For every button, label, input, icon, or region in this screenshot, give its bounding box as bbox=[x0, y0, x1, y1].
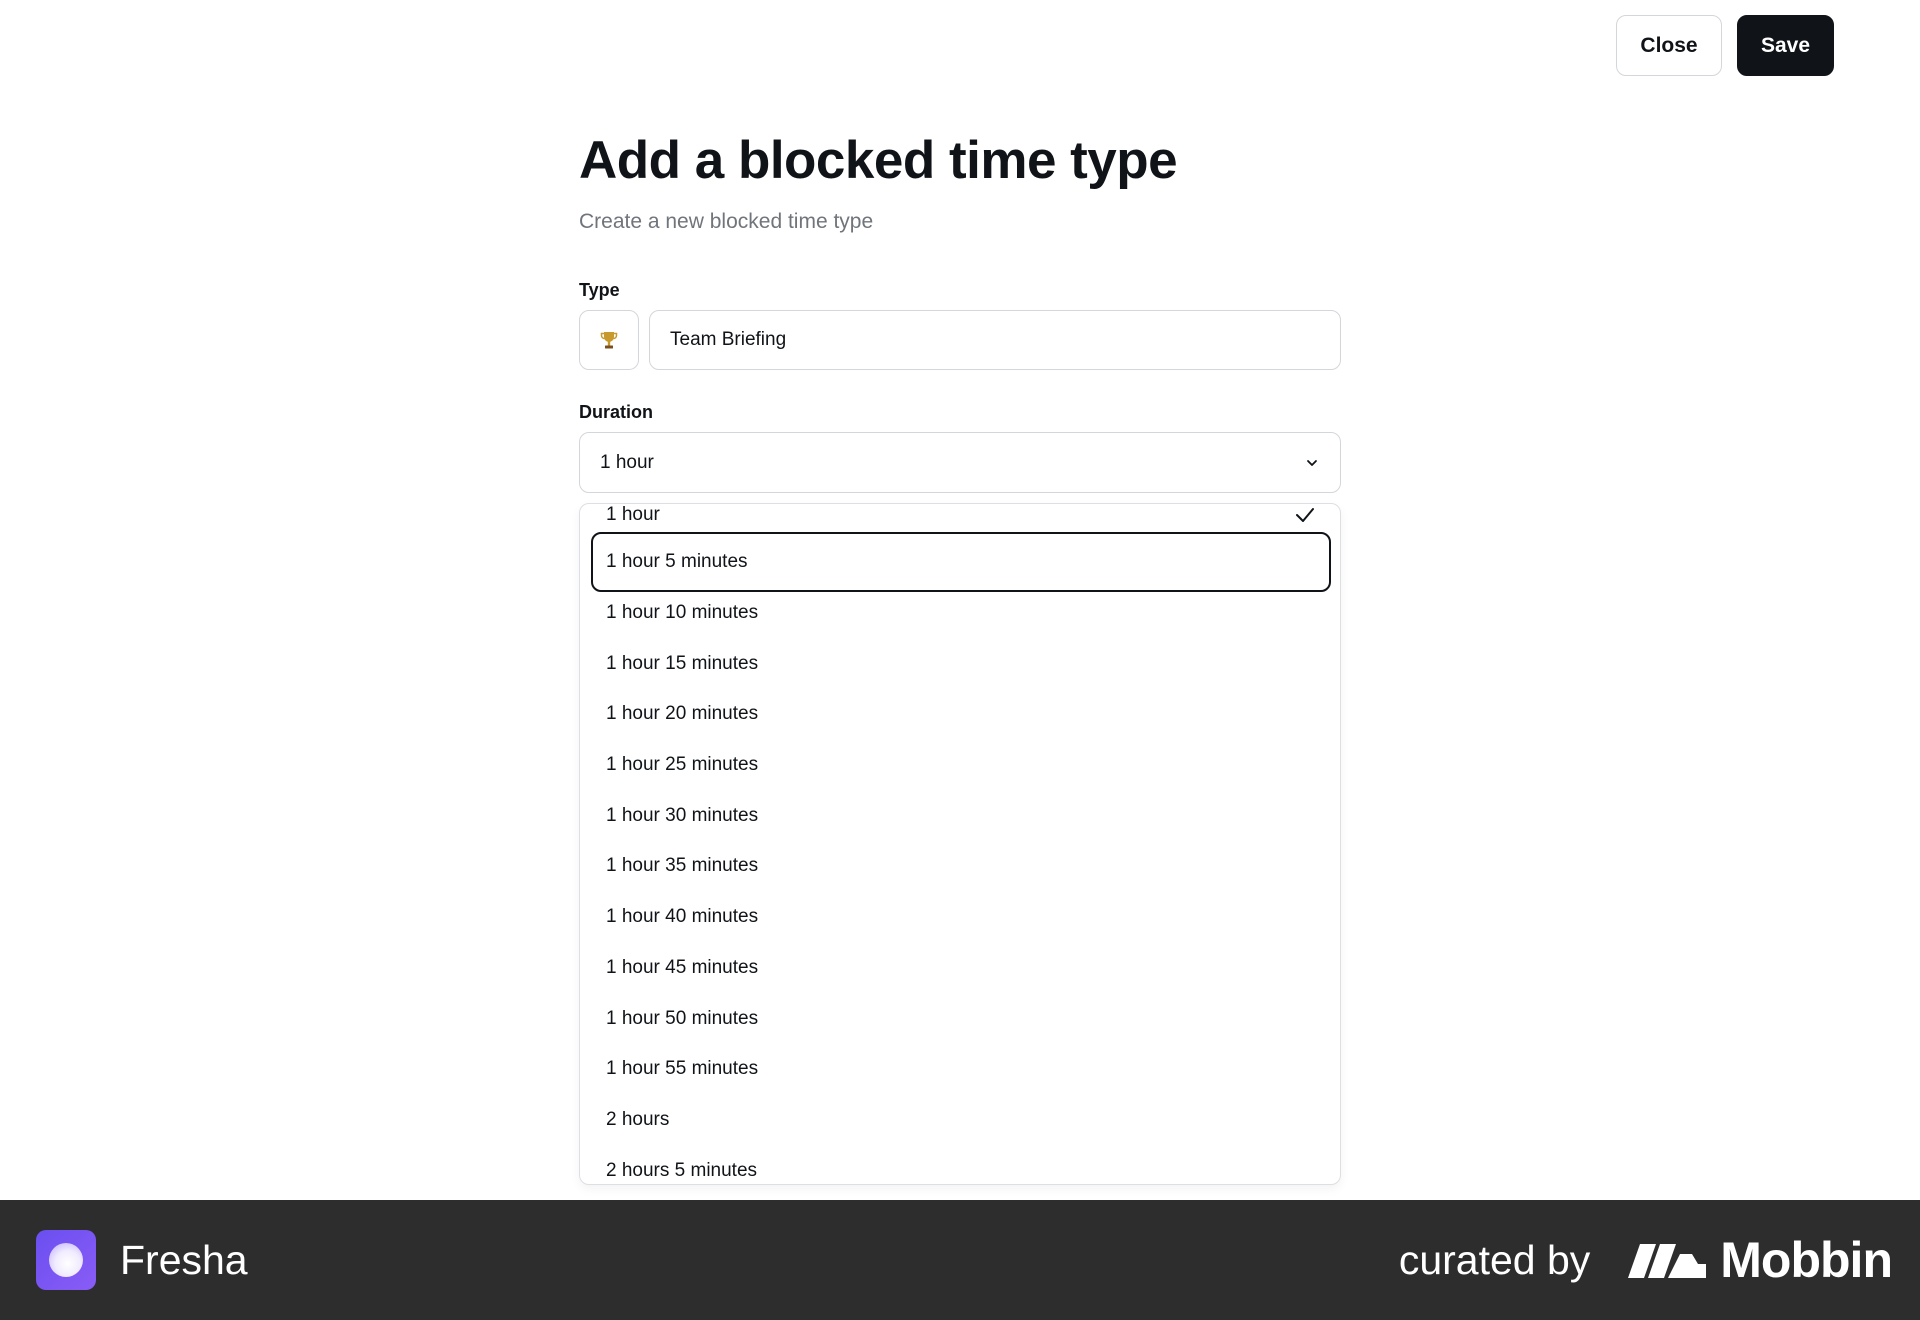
page-title: Add a blocked time type bbox=[579, 131, 1178, 190]
curator-branding: curated by Mobbin bbox=[1398, 1231, 1893, 1289]
footer-bar: Fresha curated by Mobbin bbox=[0, 1200, 1920, 1320]
checkmark-icon bbox=[1296, 508, 1314, 522]
close-button[interactable]: Close bbox=[1616, 15, 1722, 76]
type-name-input[interactable] bbox=[649, 310, 1341, 370]
brand-name: Mobbin bbox=[1720, 1232, 1893, 1288]
duration-select[interactable]: 1 hour bbox=[579, 432, 1341, 493]
duration-dropdown[interactable]: 1 hour 1 hour 5 minutes 1 hour 10 minute… bbox=[579, 503, 1341, 1185]
type-icon-picker[interactable] bbox=[579, 310, 639, 370]
duration-label: Duration bbox=[579, 402, 653, 422]
top-actions: Close Save bbox=[1616, 15, 1834, 76]
trophy-icon bbox=[600, 332, 618, 349]
page-subtitle: Create a new blocked time type bbox=[579, 210, 874, 233]
save-button[interactable]: Save bbox=[1737, 15, 1834, 76]
mobbin-brand: Mobbin bbox=[1626, 1231, 1893, 1289]
app-name: Fresha bbox=[120, 1236, 248, 1283]
duration-option[interactable]: 2 hours 5 minutes bbox=[591, 1141, 1331, 1184]
fresha-logo-icon bbox=[36, 1230, 96, 1290]
curated-by-text: curated by bbox=[1398, 1236, 1591, 1283]
app-branding: Fresha bbox=[36, 1230, 248, 1290]
mobbin-logo-icon bbox=[1628, 1244, 1707, 1278]
type-label: Type bbox=[579, 280, 620, 300]
chevron-down-icon bbox=[1307, 459, 1317, 466]
duration-select-value: 1 hour bbox=[600, 451, 654, 473]
